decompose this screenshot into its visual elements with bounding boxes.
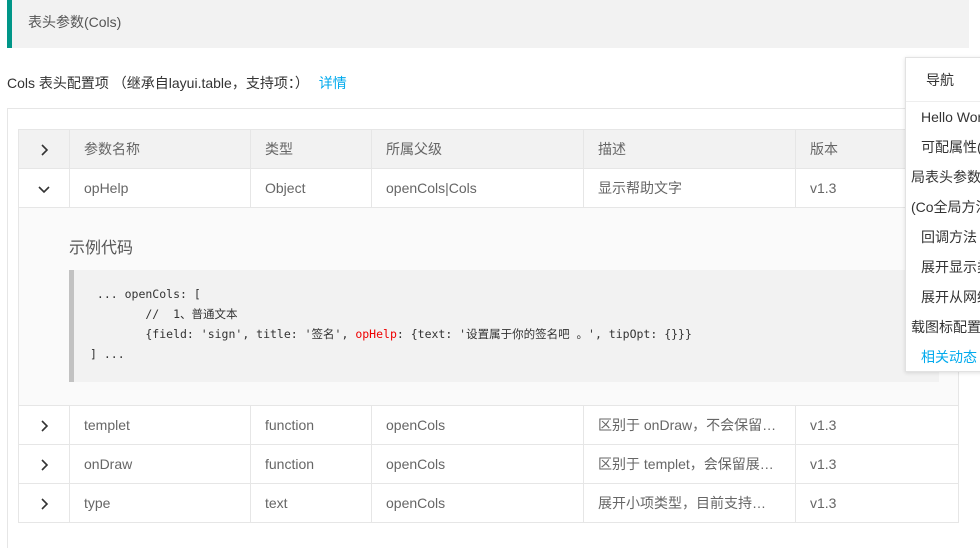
nav-item-hello-world[interactable]: Hello World — [906, 102, 980, 132]
column-header-parent: 所属父级 — [371, 129, 584, 169]
expanded-detail-row: 示例代码 ... openCols: [ // 1、普通文本 {field: '… — [18, 207, 959, 406]
subtitle-text: Cols 表头配置项 （继承自layui.table，支持项：） — [7, 75, 309, 91]
cell-name: opHelp — [69, 168, 251, 208]
expanded-detail: 示例代码 ... openCols: [ // 1、普通文本 {field: '… — [18, 207, 959, 406]
row-toggle[interactable] — [18, 483, 70, 523]
section-title: 表头参数(Cols) — [28, 14, 122, 30]
cell-version: v1.3 — [795, 405, 959, 445]
table-header-row: 参数名称 类型 所属父级 描述 版本 — [18, 129, 959, 169]
chevron-right-icon — [41, 459, 49, 471]
cols-subtitle: Cols 表头配置项 （继承自layui.table，支持项：） 详情 — [7, 73, 347, 93]
chevron-down-icon — [38, 186, 50, 194]
nav-item-cols[interactable]: 局表头参数 — [906, 162, 980, 192]
example-code-title: 示例代码 — [69, 240, 134, 257]
cell-type: text — [250, 483, 372, 523]
cell-desc: 区别于 onDraw，不会保留… — [583, 405, 796, 445]
column-header-desc: 描述 — [583, 129, 796, 169]
cell-desc: 展开小项类型，目前支持… — [583, 483, 796, 523]
cell-parent: openCols — [371, 483, 584, 523]
table-row: onDraw function openCols 区别于 templet，会保留… — [18, 444, 959, 484]
column-header-type: 类型 — [250, 129, 372, 169]
nav-item-callbacks[interactable]: 回调方法 — [906, 222, 980, 252]
cell-parent: openCols — [371, 444, 584, 484]
section-header: 表头参数(Cols) — [7, 0, 969, 48]
nav-item-global-methods[interactable]: (Co全局方法 — [906, 192, 980, 222]
nav-item-properties[interactable]: 可配属性( — [906, 132, 980, 162]
side-navigation: 导航 Hello World 可配属性( 局表头参数 (Co全局方法 回调方法 … — [905, 57, 980, 372]
expand-all-toggle[interactable] — [18, 129, 70, 169]
table-row: type text openCols 展开小项类型，目前支持… v1.3 — [18, 483, 959, 523]
row-toggle[interactable] — [18, 405, 70, 445]
cell-parent: openCols — [371, 405, 584, 445]
cell-desc: 区别于 templet，会保留展… — [583, 444, 796, 484]
code-highlight: opHelp — [355, 327, 397, 341]
nav-item-expand-display[interactable]: 展开显示类 — [906, 252, 980, 282]
nav-title: 导航 — [906, 58, 980, 102]
code-line: : {text: '设置属于你的签名吧 。', tipOpt: {}}} — [396, 327, 692, 341]
cols-table: 参数名称 类型 所属父级 描述 版本 opHelp Object openCol… — [18, 129, 959, 523]
cell-type: function — [250, 405, 372, 445]
cell-name: type — [69, 483, 251, 523]
cell-desc: 显示帮助文字 — [583, 168, 796, 208]
chevron-right-icon — [41, 420, 49, 432]
table-row: opHelp Object openCols|Cols 显示帮助文字 v1.3 — [18, 168, 959, 208]
cell-version: v1.3 — [795, 444, 959, 484]
example-code-block: ... openCols: [ // 1、普通文本 {field: 'sign'… — [69, 270, 939, 382]
nav-item-expand-network[interactable]: 展开从网络 — [906, 282, 980, 312]
chevron-right-icon — [41, 144, 49, 156]
details-link[interactable]: 详情 — [319, 75, 347, 91]
cell-parent: openCols|Cols — [371, 168, 584, 208]
nav-item-related-news[interactable]: 相关动态 — [906, 342, 980, 372]
code-comment: // 1、普通文本 — [90, 307, 238, 321]
row-toggle[interactable] — [18, 444, 70, 484]
code-line: ... openCols: [ — [90, 287, 201, 301]
cell-type: Object — [250, 168, 372, 208]
code-line: ] ... — [90, 347, 125, 361]
cell-type: function — [250, 444, 372, 484]
cell-name: onDraw — [69, 444, 251, 484]
cell-name: templet — [69, 405, 251, 445]
code-line: {field: 'sign', title: '签名', — [90, 327, 356, 341]
cell-version: v1.3 — [795, 483, 959, 523]
column-header-name: 参数名称 — [69, 129, 251, 169]
table-row: templet function openCols 区别于 onDraw，不会保… — [18, 405, 959, 445]
chevron-right-icon — [41, 498, 49, 510]
nav-item-icon-config[interactable]: 载图标配置 — [906, 312, 980, 342]
row-toggle[interactable] — [18, 168, 70, 208]
